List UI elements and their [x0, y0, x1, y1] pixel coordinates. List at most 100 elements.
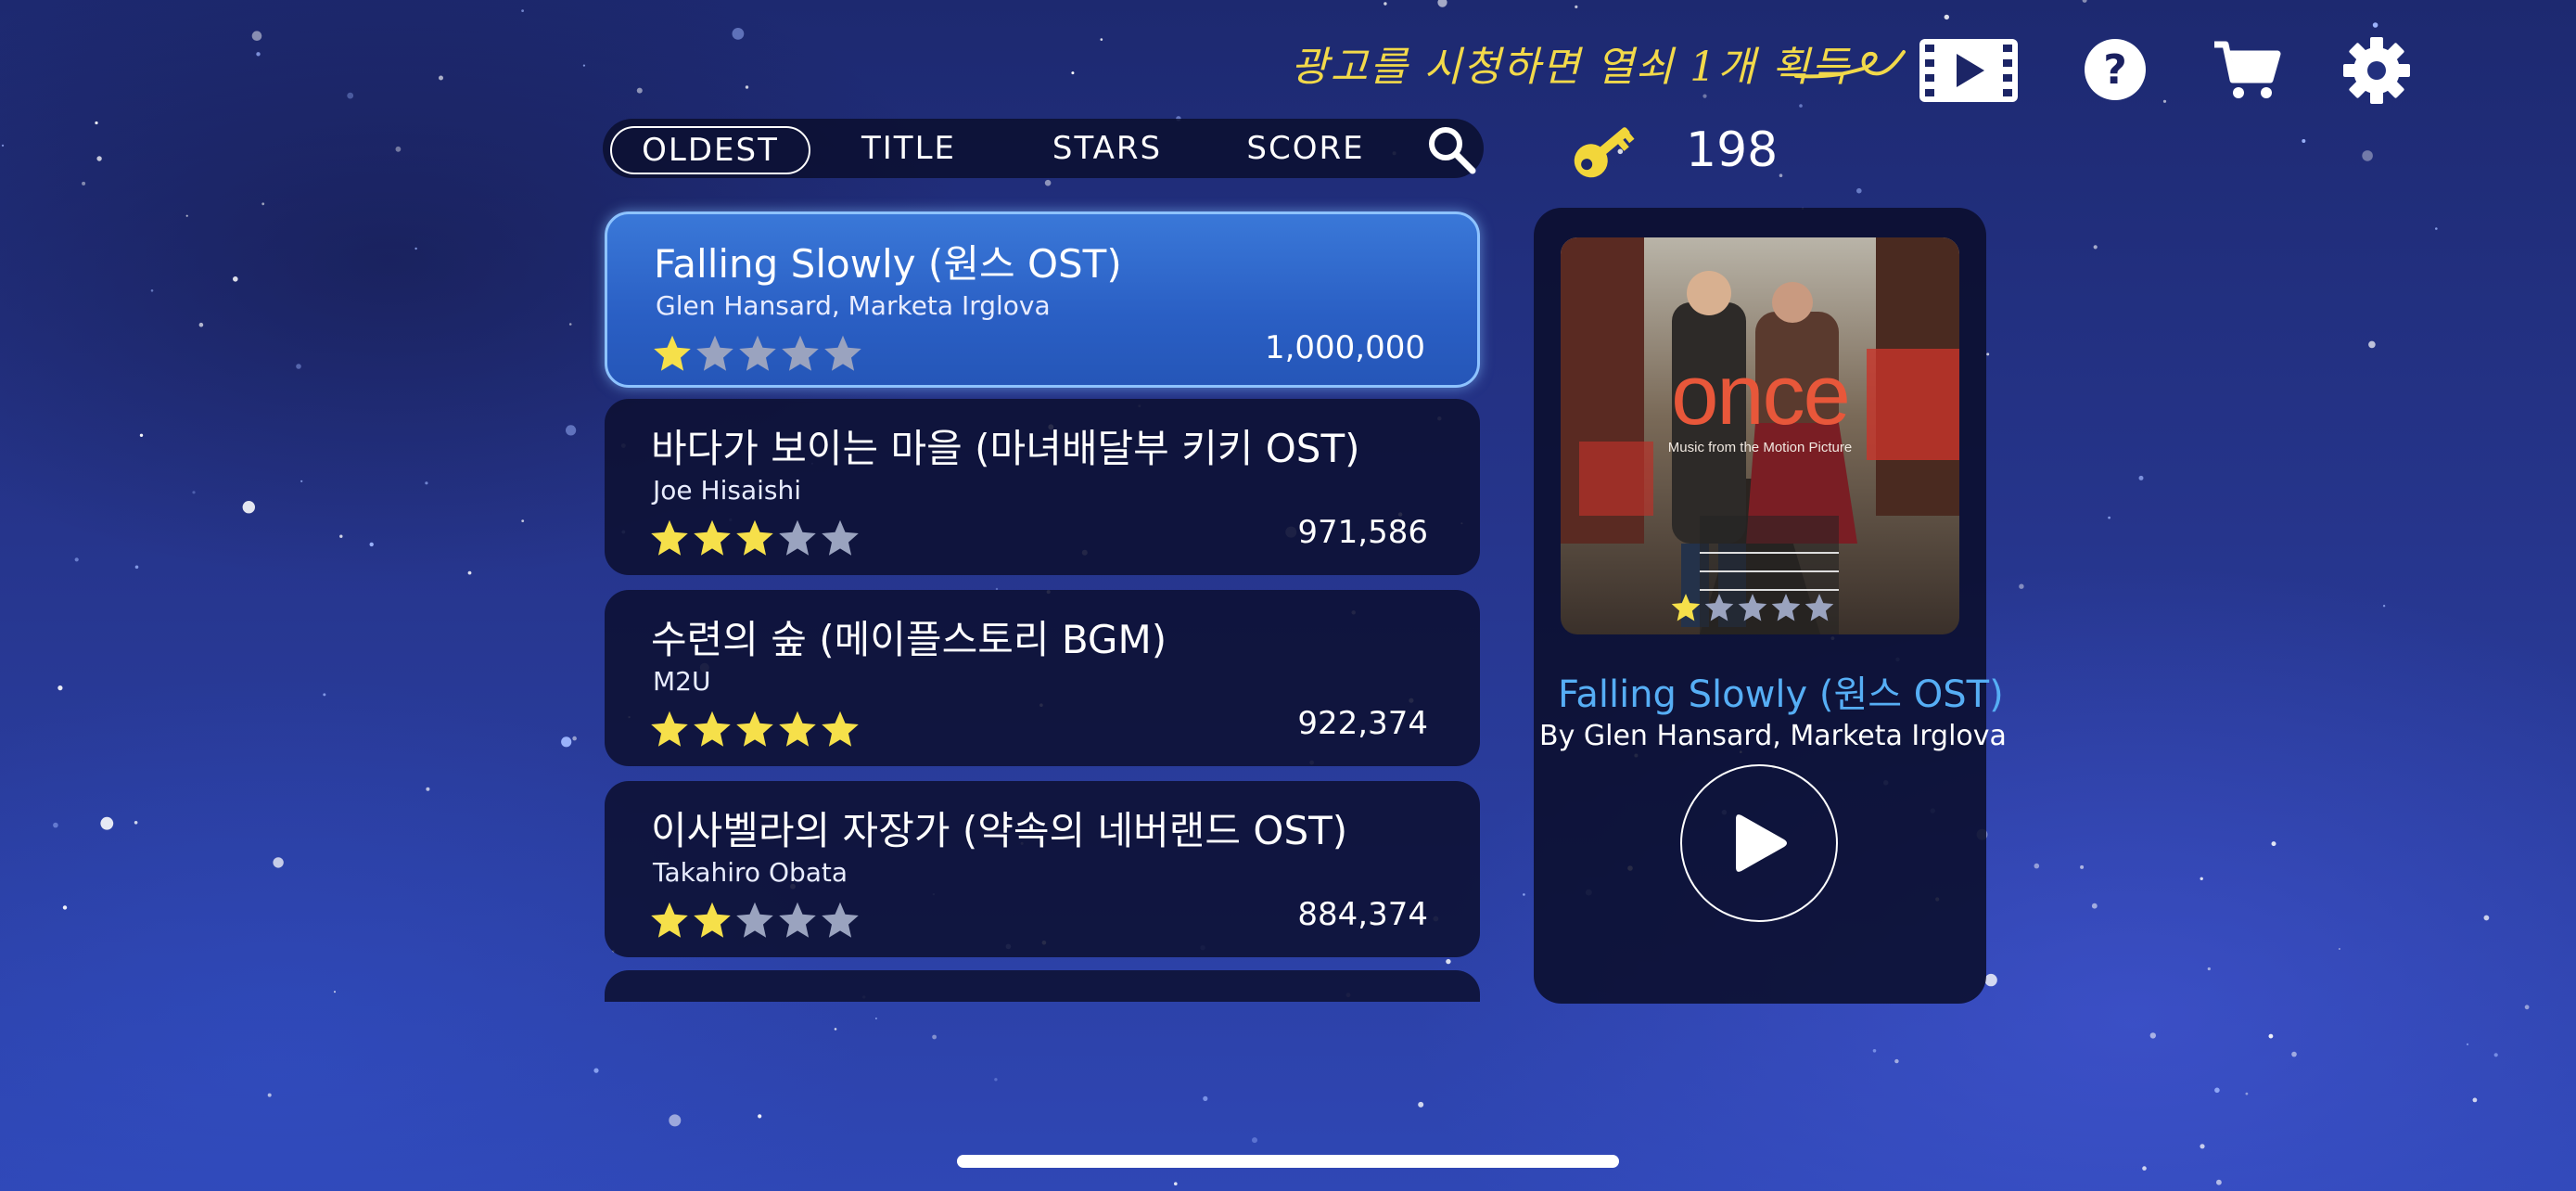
- star-empty-icon: [1704, 594, 1734, 621]
- background-star: [566, 425, 577, 436]
- background-star: [2268, 1033, 2274, 1039]
- background-star: [1779, 173, 1783, 177]
- background-star: [233, 276, 238, 282]
- help-icon[interactable]: ?: [2085, 39, 2146, 100]
- star-filled-icon: [1671, 594, 1701, 621]
- song-star-rating: [652, 333, 863, 374]
- background-star: [1523, 893, 1525, 896]
- star-filled-icon: [694, 902, 731, 938]
- sort-tab-score[interactable]: SCORE: [1213, 126, 1398, 171]
- background-star: [2093, 245, 2098, 250]
- star-empty-icon: [822, 902, 859, 938]
- key-count: 198: [1686, 122, 1779, 178]
- film-play-icon[interactable]: [1918, 37, 2020, 104]
- background-star: [192, 491, 196, 494]
- background-star: [636, 87, 643, 94]
- background-star: [1702, 94, 1707, 98]
- song-list-item[interactable]: 수련의 숲 (메이플스토리 BGM) M2U 922,374: [605, 590, 1480, 766]
- background-star: [2472, 1097, 2478, 1103]
- star-empty-icon: [822, 519, 859, 556]
- background-star: [134, 821, 138, 825]
- background-star: [57, 685, 63, 691]
- background-star: [732, 28, 745, 40]
- background-star: [2435, 227, 2438, 230]
- background-star: [1418, 1101, 1424, 1108]
- background-star: [521, 519, 525, 522]
- home-indicator[interactable]: [957, 1155, 1619, 1168]
- ad-hint-swirl-icon: [1794, 50, 1906, 79]
- sort-tab-stars[interactable]: STARS: [1014, 126, 1200, 171]
- background-star: [95, 121, 98, 125]
- play-button[interactable]: [1680, 764, 1838, 922]
- cart-icon[interactable]: [2213, 37, 2281, 104]
- background-star: [2382, 605, 2386, 608]
- background-star: [2302, 139, 2306, 143]
- background-star: [2271, 841, 2276, 847]
- sort-tab-title[interactable]: TITLE: [816, 126, 1001, 171]
- song-score: 884,374: [1297, 896, 1428, 933]
- background-star: [2216, 1179, 2222, 1185]
- song-score: 922,374: [1297, 705, 1428, 742]
- ad-reward-hint: 광고를 시청하면 열쇠 1개 획득: [1291, 44, 1851, 91]
- background-star: [2091, 903, 2098, 909]
- background-star: [347, 92, 354, 99]
- song-score: 1,000,000: [1264, 329, 1425, 366]
- song-star-rating: [649, 518, 861, 558]
- star-empty-icon: [739, 335, 776, 371]
- background-star: [2466, 1043, 2469, 1045]
- background-star: [134, 565, 139, 570]
- background-star: [2214, 1087, 2220, 1094]
- song-list-item[interactable]: 바다가 보이는 마을 (마녀배달부 키키 OST) Joe Hisaishi 971…: [605, 399, 1480, 575]
- background-star: [874, 1018, 877, 1019]
- background-star: [426, 787, 430, 791]
- background-star: [2368, 340, 2376, 349]
- album-title-text: once: [1671, 348, 1851, 442]
- star-empty-icon: [779, 902, 816, 938]
- background-star: [1799, 104, 1803, 108]
- sort-tab-oldest[interactable]: OLDEST: [610, 126, 810, 174]
- star-filled-icon: [651, 519, 688, 556]
- background-star: [251, 31, 262, 41]
- background-star: [273, 857, 284, 868]
- background-star: [2138, 475, 2144, 480]
- play-icon: [1736, 814, 1787, 872]
- gear-icon[interactable]: [2343, 37, 2410, 104]
- background-star: [256, 52, 261, 57]
- background-star: [521, 9, 524, 13]
- background-star: [242, 501, 255, 514]
- background-star: [1986, 352, 1990, 356]
- background-star: [2362, 150, 2373, 161]
- star-empty-icon: [782, 335, 819, 371]
- song-list-item[interactable]: Falling Slowly (원스 OST) Glen Hansard, Mar…: [605, 211, 1480, 388]
- song-artist: Glen Hansard, Marketa Irglova: [656, 290, 1051, 321]
- background-star: [2338, 948, 2340, 950]
- background-star: [267, 1093, 272, 1097]
- song-title: 바다가 보이는 마을 (마녀배달부 키키 OST): [651, 426, 1360, 471]
- background-star: [2149, 1032, 2156, 1039]
- song-artist: M2U: [653, 666, 711, 697]
- background-star: [467, 570, 472, 575]
- background-star: [994, 1078, 998, 1082]
- background-star: [296, 364, 301, 369]
- background-star: [2291, 1051, 2297, 1057]
- background-star: [2493, 1053, 2498, 1057]
- song-list-item[interactable]: 이사벨라의 자장가 (약속의 네버랜드 OST) Takahiro Obata 88…: [605, 781, 1480, 957]
- background-star: [139, 433, 144, 437]
- background-star: [1984, 973, 1997, 987]
- song-artist: Takahiro Obata: [653, 857, 848, 888]
- star-empty-icon: [1738, 594, 1767, 621]
- background-star: [1174, 1182, 1178, 1185]
- background-star: [2082, 0, 2087, 3]
- background-star: [96, 156, 102, 161]
- background-star: [1446, 958, 1451, 965]
- background-star: [834, 1028, 837, 1031]
- list-item-partial[interactable]: [605, 970, 1480, 1002]
- search-icon[interactable]: [1426, 124, 1476, 174]
- song-score: 971,586: [1297, 514, 1428, 551]
- background-star: [334, 991, 336, 993]
- detail-song-title: Falling Slowly (원스 OST): [1558, 673, 2004, 716]
- background-star: [2245, 1092, 2249, 1095]
- background-star: [572, 736, 577, 741]
- star-empty-icon: [779, 519, 816, 556]
- background-star: [1575, 5, 1578, 8]
